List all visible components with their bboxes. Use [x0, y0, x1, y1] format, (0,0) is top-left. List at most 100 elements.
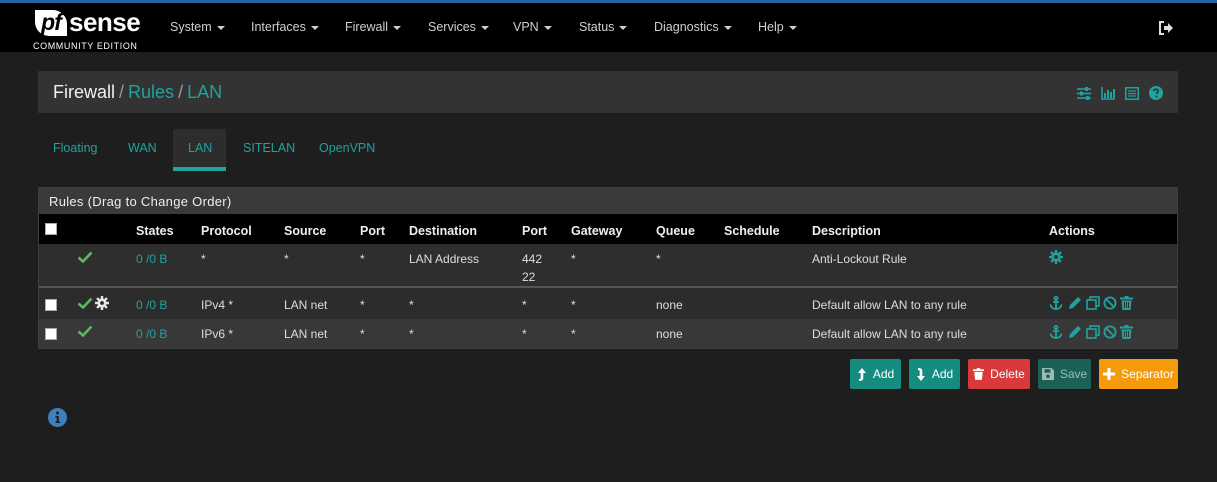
trash-icon[interactable]	[1120, 296, 1133, 310]
col-description[interactable]: Description	[812, 224, 881, 238]
panel-title: Rules (Drag to Change Order)	[49, 194, 232, 209]
add-separator-button[interactable]: Separator	[1099, 359, 1178, 389]
table-list-icon[interactable]	[1125, 87, 1139, 100]
info-icon[interactable]	[48, 408, 67, 427]
states-link[interactable]: 0 /0 B	[136, 327, 167, 341]
button-label: Delete	[990, 367, 1025, 381]
states-link[interactable]: 0 /0 B	[136, 252, 167, 266]
anchor-icon[interactable]	[1049, 296, 1063, 310]
bar-chart-icon[interactable]	[1101, 87, 1115, 100]
nav-label: Services	[428, 20, 476, 34]
disable-ban-icon[interactable]	[1103, 296, 1117, 310]
nav-firewall[interactable]: Firewall	[345, 20, 402, 34]
nav-label: Interfaces	[251, 20, 306, 34]
cell-queue: none	[656, 327, 683, 341]
caret-down-icon	[788, 25, 797, 30]
tab-openvpn[interactable]: OpenVPN	[319, 141, 375, 155]
col-actions: Actions	[1049, 224, 1095, 238]
top-navbar: pf sense COMMUNITY EDITION System Interf…	[0, 0, 1217, 52]
logo-pf-mark: pf	[35, 10, 67, 36]
nav-services[interactable]: Services	[428, 20, 489, 34]
copy-icon[interactable]	[1086, 296, 1100, 310]
tab-lan[interactable]: LAN	[188, 141, 212, 155]
pass-check-icon	[77, 251, 93, 263]
pencil-icon[interactable]	[1068, 296, 1082, 310]
save-button[interactable]: Save	[1038, 359, 1091, 389]
cell-destination: *	[409, 298, 414, 312]
breadcrumb-lan[interactable]: LAN	[187, 82, 222, 102]
nav-label: System	[170, 20, 212, 34]
select-all-checkbox[interactable]	[45, 223, 57, 235]
breadcrumb-firewall: Firewall	[53, 82, 116, 102]
copy-icon[interactable]	[1086, 325, 1100, 339]
col-protocol[interactable]: Protocol	[201, 224, 252, 238]
table-row[interactable]: 0 /0 B IPv6 * LAN net * * * * none Defau…	[39, 319, 1177, 348]
tab-sitelan[interactable]: SITELAN	[243, 141, 295, 155]
cell-source: LAN net	[284, 327, 328, 341]
logout-icon[interactable]	[1158, 21, 1174, 35]
col-source[interactable]: Source	[284, 224, 326, 238]
delete-button[interactable]: Delete	[968, 359, 1030, 389]
row-checkbox[interactable]	[45, 328, 57, 340]
pass-check-icon	[77, 297, 93, 309]
button-label: Add	[931, 367, 954, 381]
col-states[interactable]: States	[136, 224, 174, 238]
cell-dest-port-1: 442	[522, 252, 543, 266]
cell-dest-port: *	[522, 298, 527, 312]
pfsense-logo[interactable]: pf sense COMMUNITY EDITION	[33, 8, 143, 52]
sliders-icon[interactable]	[1077, 87, 1091, 100]
col-schedule[interactable]: Schedule	[724, 224, 780, 238]
disable-ban-icon[interactable]	[1103, 325, 1117, 339]
cell-queue: *	[656, 252, 661, 266]
floppy-disk-icon	[1041, 368, 1054, 380]
caret-down-icon	[543, 25, 552, 30]
nav-label: Help	[758, 20, 784, 34]
nav-vpn[interactable]: VPN	[513, 20, 552, 34]
col-queue[interactable]: Queue	[656, 224, 695, 238]
anchor-icon[interactable]	[1049, 325, 1063, 339]
nav-status[interactable]: Status	[579, 20, 628, 34]
help-icon[interactable]	[1149, 86, 1163, 100]
col-port[interactable]: Port	[360, 224, 385, 238]
table-row[interactable]: 0 /0 B IPv4 * LAN net * * * * none Defau…	[39, 290, 1177, 319]
cell-port: *	[360, 252, 365, 266]
nav-interfaces[interactable]: Interfaces	[251, 20, 319, 34]
plus-icon	[1103, 368, 1116, 380]
cell-dest-port: *	[522, 327, 527, 341]
gear-icon[interactable]	[1049, 250, 1063, 264]
nav-label: Diagnostics	[654, 20, 719, 34]
col-destination[interactable]: Destination	[409, 224, 477, 238]
cell-queue: none	[656, 298, 683, 312]
breadcrumb-rules[interactable]: Rules	[128, 82, 174, 102]
breadcrumb-separator: /	[119, 82, 125, 102]
cell-port: *	[360, 298, 365, 312]
nav-help[interactable]: Help	[758, 20, 797, 34]
logo-edition: COMMUNITY EDITION	[33, 41, 138, 51]
tab-wan[interactable]: WAN	[128, 141, 157, 155]
add-rule-bottom-button[interactable]: Add	[909, 359, 960, 389]
pencil-icon[interactable]	[1068, 325, 1082, 339]
cell-protocol: *	[201, 252, 206, 266]
add-rule-top-button[interactable]: Add	[850, 359, 901, 389]
button-label: Save	[1059, 367, 1088, 381]
breadcrumb: Firewall / Rules / LAN	[53, 82, 222, 103]
states-link[interactable]: 0 /0 B	[136, 298, 167, 312]
caret-down-icon	[393, 25, 402, 30]
trash-icon[interactable]	[1120, 325, 1133, 339]
table-row[interactable]: 0 /0 B * * * LAN Address 442 22 * * Anti…	[39, 244, 1177, 288]
nav-system[interactable]: System	[170, 20, 225, 34]
cell-description: Default allow LAN to any rule	[812, 327, 967, 341]
cell-protocol: IPv4 *	[201, 298, 234, 312]
panel-heading: Rules (Drag to Change Order)	[39, 188, 1177, 214]
col-dest-port[interactable]: Port	[522, 224, 547, 238]
row-checkbox[interactable]	[45, 299, 57, 311]
caret-down-icon	[619, 25, 628, 30]
tab-floating[interactable]: Floating	[53, 141, 97, 155]
col-gateway[interactable]: Gateway	[571, 224, 622, 238]
caret-down-icon	[480, 25, 489, 30]
nav-label: Status	[579, 20, 615, 34]
nav-diagnostics[interactable]: Diagnostics	[654, 20, 732, 34]
cell-description: Anti-Lockout Rule	[812, 252, 907, 266]
caret-down-icon	[310, 25, 319, 30]
cell-destination: LAN Address	[409, 252, 480, 266]
